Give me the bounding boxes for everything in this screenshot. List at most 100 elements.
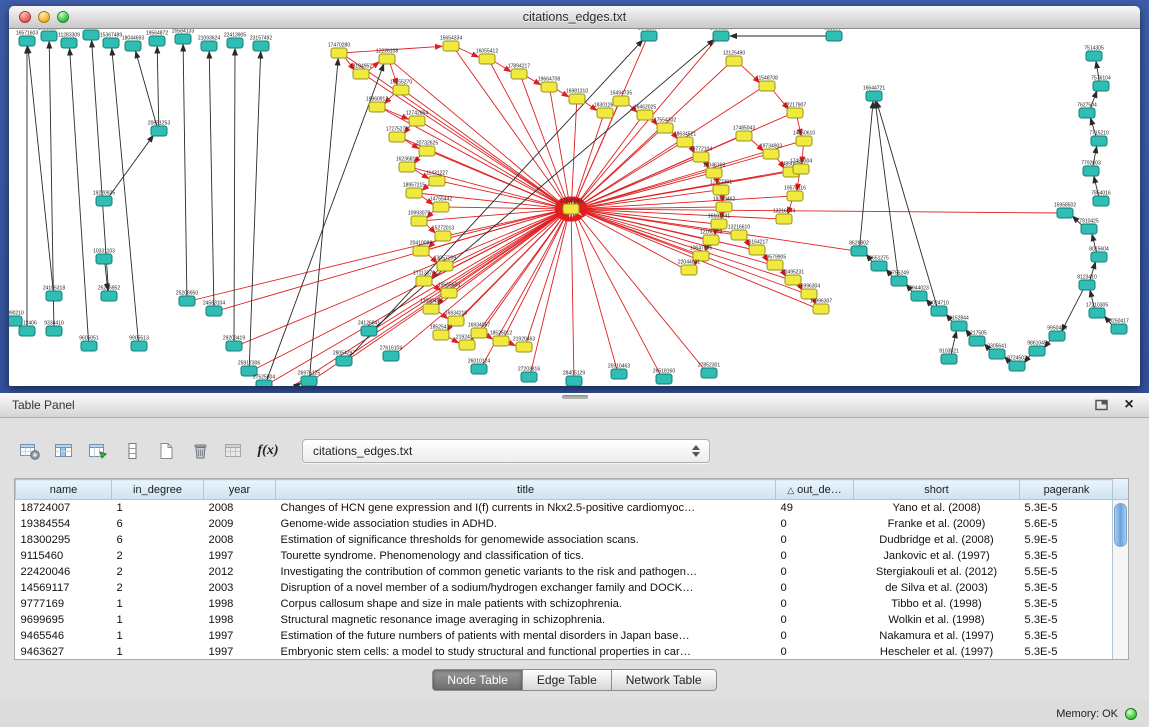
graph-node[interactable]: 8133904	[824, 29, 844, 41]
tab-network-table[interactable]: Network Table	[611, 669, 717, 691]
show-columns-button[interactable]	[50, 438, 78, 464]
graph-node[interactable]: 19772104	[690, 147, 712, 163]
import-table-button[interactable]	[220, 438, 248, 464]
graph-node[interactable]: 17275278	[386, 127, 408, 143]
graph-node[interactable]: 18957215	[403, 183, 425, 199]
graph-node[interactable]: 19579905	[764, 255, 786, 271]
graph-node[interactable]: 21920463	[513, 337, 535, 353]
graph-edge[interactable]	[579, 115, 788, 207]
graph-node[interactable]: 9024710	[929, 301, 949, 317]
graph-node[interactable]: 8250417	[1109, 319, 1129, 335]
graph-edge[interactable]	[136, 51, 157, 126]
graph-node[interactable]: 16571603	[16, 31, 38, 47]
graph-node[interactable]: 8755249	[889, 271, 909, 287]
graph-node[interactable]: 19564872	[146, 31, 168, 47]
column-header-title[interactable]: title	[276, 480, 776, 500]
graph-edge[interactable]	[70, 49, 89, 342]
graph-edge[interactable]	[575, 214, 660, 375]
graph-node[interactable]: 18349462	[713, 197, 735, 213]
graph-edge[interactable]	[577, 39, 717, 204]
graph-node[interactable]: 19860912	[366, 97, 388, 113]
graph-node[interactable]: 20732625	[416, 141, 438, 157]
graph-edge[interactable]	[183, 45, 187, 297]
graph-edge[interactable]	[575, 40, 646, 204]
graph-node[interactable]: 8123410	[1077, 275, 1097, 291]
network-window-titlebar[interactable]: citations_edges.txt	[9, 6, 1140, 29]
close-window-button[interactable]	[19, 11, 31, 23]
graph-node[interactable]: 24105318	[43, 286, 65, 302]
graph-node[interactable]: 17240093	[560, 199, 582, 215]
graph-node[interactable]: 7576104	[1091, 76, 1111, 92]
graph-node[interactable]: 8015604	[1089, 247, 1109, 263]
table-scrollbar-thumb[interactable]	[1114, 503, 1127, 547]
graph-node[interactable]: 12160108	[700, 230, 722, 246]
graph-node[interactable]: 26976125	[298, 371, 320, 387]
graph-node[interactable]: 9605051	[79, 336, 99, 352]
graph-node[interactable]: 16055412	[476, 49, 498, 65]
graph-node[interactable]: 13216044	[773, 209, 795, 225]
graph-node[interactable]: 16863104	[710, 29, 732, 41]
graph-edge[interactable]	[194, 210, 562, 300]
graph-node[interactable]: 20651253	[148, 121, 170, 137]
graph-node[interactable]: 7910425	[1079, 219, 1099, 235]
graph-node[interactable]: 11431227	[426, 171, 448, 187]
graph-node[interactable]: 9103521	[939, 349, 959, 365]
graph-node[interactable]: 10993075	[408, 211, 430, 227]
graph-node[interactable]: 14850610	[793, 131, 815, 147]
graph-node[interactable]: 25206952	[98, 286, 120, 302]
tab-node-table[interactable]: Node Table	[432, 669, 523, 691]
graph-edge[interactable]	[423, 123, 563, 206]
graph-node[interactable]: 12125490	[723, 51, 745, 67]
graph-edge[interactable]	[522, 78, 568, 204]
table-row[interactable]: 1830029562008Estimation of significance …	[16, 532, 1114, 548]
table-row[interactable]: 1872400712008Changes of HCN gene express…	[16, 500, 1114, 516]
graph-node[interactable]: 19664708	[538, 77, 560, 93]
graph-node[interactable]: 26518160	[653, 369, 675, 385]
graph-node[interactable]: 21093624	[198, 36, 220, 52]
graph-edge[interactable]	[455, 50, 566, 205]
graph-node[interactable]: 9305641	[987, 344, 1007, 360]
graph-node[interactable]: 8990210	[9, 311, 24, 327]
graph-node[interactable]: 8651275	[869, 256, 889, 272]
graph-node[interactable]: 20584133	[172, 29, 194, 44]
table-row[interactable]: 911546021997Tourette syndrome. Phenomeno…	[16, 548, 1114, 564]
graph-edge[interactable]	[241, 211, 563, 344]
new-table-button[interactable]	[152, 438, 180, 464]
graph-edge[interactable]	[234, 49, 235, 342]
graph-node[interactable]: 16236814	[396, 157, 418, 173]
graph-node[interactable]: 9724502	[1007, 356, 1027, 372]
graph-node[interactable]: 15654334	[440, 36, 462, 52]
graph-node[interactable]: 16934057	[468, 323, 490, 339]
graph-node[interactable]: 18525410	[430, 325, 452, 341]
graph-node[interactable]: 27616104	[380, 346, 402, 362]
graph-node[interactable]: 9905513	[129, 336, 149, 352]
graph-node[interactable]: 13216610	[728, 225, 750, 241]
graph-node[interactable]: 28054297	[333, 351, 355, 367]
graph-edge[interactable]	[157, 47, 159, 127]
graph-node[interactable]: 18525012	[490, 331, 512, 347]
graph-node[interactable]: 17470280	[328, 43, 350, 59]
tab-edge-table[interactable]: Edge Table	[522, 669, 612, 691]
graph-node[interactable]: 27525804	[253, 375, 275, 387]
graph-node[interactable]: 26010124	[468, 359, 490, 375]
graph-node[interactable]: 25910463	[608, 364, 630, 380]
graph-node[interactable]: 15958502	[1054, 203, 1076, 219]
zoom-window-button[interactable]	[57, 11, 69, 23]
graph-edge[interactable]	[209, 52, 214, 307]
graph-node[interactable]: 7627504	[1077, 103, 1097, 119]
table-row[interactable]: 946554611997Estimation of the future num…	[16, 628, 1114, 644]
graph-node[interactable]: 13057209	[434, 256, 456, 272]
table-row[interactable]: 2242004622012Investigating the contribut…	[16, 564, 1114, 580]
graph-node[interactable]: 8626802	[849, 241, 869, 257]
graph-edge[interactable]	[384, 109, 409, 120]
graph-node[interactable]: 17210305	[1086, 303, 1108, 319]
graph-node[interactable]: 15494735	[610, 91, 632, 107]
table-row[interactable]: 969969511998Structural magnetic resonanc…	[16, 612, 1114, 628]
graph-node[interactable]: 15272013	[432, 226, 454, 242]
graph-node[interactable]: 24126841	[358, 321, 380, 337]
close-panel-icon[interactable]: ×	[1121, 397, 1137, 413]
column-header-out_degree[interactable]: △out_de…	[776, 480, 854, 500]
column-header-name[interactable]: name	[16, 480, 112, 500]
graph-node[interactable]: 7854016	[1091, 191, 1111, 207]
graph-node[interactable]: 15367489	[100, 33, 122, 49]
